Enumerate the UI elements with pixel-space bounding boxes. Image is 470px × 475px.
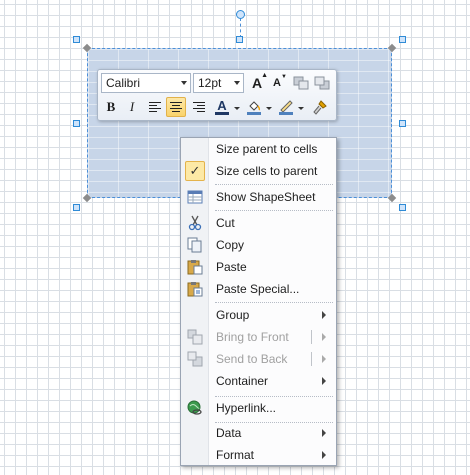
menu-item-format[interactable]: Format [181, 444, 336, 466]
menu-item-label: Format [216, 448, 255, 462]
resize-handle-top-left[interactable] [73, 36, 80, 43]
line-color-button[interactable] [276, 97, 296, 117]
menu-item-label: Paste Special... [216, 282, 300, 296]
shapesheet-icon [187, 190, 203, 204]
split-divider [311, 330, 312, 344]
resize-handle-bottom-left[interactable] [73, 204, 80, 211]
menu-item-label: Container [216, 374, 269, 388]
menu-item-data[interactable]: Data [181, 422, 336, 444]
menu-item-size-cells-to-parent[interactable]: ✓ Size cells to parent [181, 160, 336, 182]
menu-item-send-to-back[interactable]: Send to Back [181, 348, 336, 370]
resize-handle-top[interactable] [236, 36, 243, 43]
paste-special-icon [187, 282, 203, 297]
chevron-down-icon[interactable] [298, 107, 304, 110]
menu-item-label: Data [216, 426, 242, 440]
check-mark-icon: ✓ [185, 161, 205, 181]
hyperlink-icon [187, 400, 202, 415]
send-to-back-icon [187, 351, 203, 367]
submenu-arrow-icon [322, 377, 326, 385]
font-size-value: 12pt [198, 76, 222, 90]
font-color-button[interactable]: A [212, 97, 232, 117]
vertex-bottom-right [387, 193, 397, 203]
menu-item-copy[interactable]: Copy [181, 234, 336, 256]
menu-separator [215, 302, 333, 303]
menu-item-bring-to-front[interactable]: Bring to Front [181, 326, 336, 348]
resize-handle-top-right[interactable] [399, 36, 406, 43]
menu-item-cut[interactable]: Cut [181, 212, 336, 234]
resize-handle-bottom-right[interactable] [399, 204, 406, 211]
font-name-combo[interactable]: Calibri [101, 73, 191, 93]
send-backward-button[interactable] [312, 73, 332, 93]
italic-button[interactable]: I [122, 97, 142, 117]
submenu-arrow-icon [322, 429, 326, 437]
align-left-button[interactable] [145, 97, 165, 117]
grow-font-button[interactable]: A ▲ [247, 72, 269, 93]
submenu-arrow-icon [322, 451, 326, 459]
menu-item-label: Send to Back [216, 352, 288, 366]
format-painter-button[interactable] [310, 97, 330, 117]
submenu-arrow-icon [322, 333, 326, 341]
menu-item-label: Bring to Front [216, 330, 289, 344]
menu-item-show-shapesheet[interactable]: Show ShapeSheet [181, 186, 336, 208]
bring-forward-icon [293, 76, 309, 90]
context-menu: Size parent to cells ✓ Size cells to par… [180, 137, 337, 466]
chevron-down-icon[interactable] [266, 107, 272, 110]
resize-handle-left[interactable] [73, 120, 80, 127]
bring-to-front-icon [187, 329, 203, 345]
font-color-swatch [215, 112, 229, 115]
grow-font-icon: A ▲ [251, 72, 269, 91]
align-center-icon [170, 100, 182, 114]
scissors-icon [188, 215, 202, 231]
menu-item-size-parent-to-cells[interactable]: Size parent to cells [181, 138, 336, 160]
format-painter-icon [313, 100, 327, 115]
split-divider [311, 352, 312, 366]
menu-item-label: Size parent to cells [216, 142, 318, 156]
menu-item-label: Paste [216, 260, 247, 274]
line-color-icon [279, 100, 293, 115]
shrink-font-icon: A ▼ [273, 74, 287, 89]
align-center-button[interactable] [166, 97, 186, 117]
chevron-down-icon[interactable] [234, 107, 240, 110]
menu-item-container[interactable]: Container [181, 370, 336, 392]
shrink-font-button[interactable]: A ▼ [267, 73, 287, 93]
menu-item-paste-special[interactable]: Paste Special... [181, 278, 336, 300]
rotation-connector [240, 18, 241, 38]
menu-item-label: Cut [216, 216, 235, 230]
submenu-arrow-icon [322, 355, 326, 363]
bring-forward-button[interactable] [291, 73, 311, 93]
menu-item-label: Show ShapeSheet [216, 190, 316, 204]
font-color-icon: A [217, 98, 227, 113]
align-right-icon [193, 100, 205, 114]
align-right-button[interactable] [189, 97, 209, 117]
resize-handle-right[interactable] [399, 120, 406, 127]
rotation-handle[interactable] [236, 10, 245, 19]
menu-item-label: Size cells to parent [216, 164, 318, 178]
menu-separator [215, 210, 333, 211]
font-size-combo[interactable]: 12pt [193, 73, 244, 93]
copy-icon [187, 237, 202, 253]
align-left-icon [149, 100, 161, 114]
submenu-arrow-icon [322, 311, 326, 319]
menu-item-label: Hyperlink... [216, 401, 277, 415]
mini-toolbar: Calibri 12pt A ▲ A ▼ B I A [97, 69, 337, 121]
menu-item-group[interactable]: Group [181, 304, 336, 326]
chevron-down-icon[interactable] [234, 81, 240, 85]
menu-item-paste[interactable]: Paste [181, 256, 336, 278]
shrink-font-letter: A [273, 77, 281, 89]
bold-button[interactable]: B [101, 97, 121, 117]
menu-item-hyperlink[interactable]: Hyperlink... [181, 397, 336, 419]
font-name-value: Calibri [106, 76, 141, 90]
fill-color-button[interactable] [244, 97, 264, 117]
fill-color-icon [247, 101, 261, 115]
send-backward-icon [314, 76, 330, 90]
menu-item-label: Group [216, 308, 250, 322]
menu-item-label: Copy [216, 238, 245, 252]
menu-separator [215, 184, 333, 185]
paste-icon [187, 260, 203, 275]
chevron-down-icon[interactable] [181, 81, 187, 85]
